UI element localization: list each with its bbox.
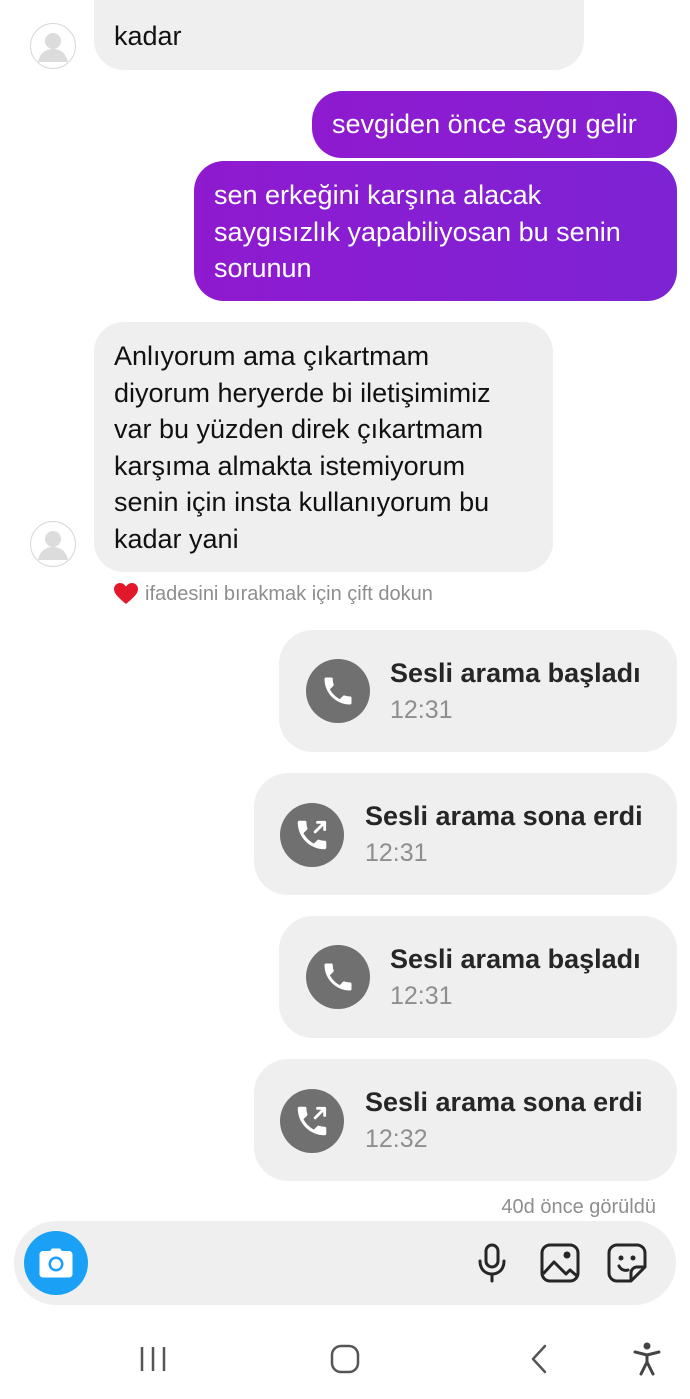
message-line: karşıma almakta istemiyorum <box>114 450 466 481</box>
call-status-title: Sesli arama sona erdi <box>365 1087 643 1117</box>
reaction-hint-text: ifadesini bırakmak için çift dokun <box>145 582 433 605</box>
camera-button[interactable] <box>24 1231 88 1295</box>
seen-status: 40d önce görüldü <box>501 1196 656 1218</box>
call-status-title: Sesli arama sona erdi <box>365 801 643 831</box>
phone-icon <box>306 659 370 723</box>
sticker-icon <box>607 1243 647 1283</box>
message-bubble-received[interactable]: kadar <box>94 0 584 70</box>
microphone-button[interactable] <box>470 1241 514 1285</box>
gallery-button[interactable] <box>538 1241 582 1285</box>
reaction-hint: ifadesini bırakmak için çift dokun <box>113 582 433 606</box>
message-line: var bu yüzden direk çıkartmam <box>114 414 484 444</box>
message-bubble-sent[interactable]: sevgiden önce saygı gelir <box>312 91 677 158</box>
call-log-card[interactable]: Sesli arama sona erdi 12:31 <box>254 773 677 895</box>
message-line: kadar yani <box>114 523 239 554</box>
sender-avatar[interactable] <box>30 521 76 567</box>
call-status-title: Sesli arama başladı <box>390 944 641 974</box>
call-time: 12:31 <box>390 696 453 724</box>
message-line: sen erkeğini karşına alacak <box>214 180 542 210</box>
default-avatar-icon <box>38 531 68 560</box>
back-icon <box>531 1344 547 1374</box>
sender-avatar[interactable] <box>30 23 76 69</box>
phone-outgoing-icon <box>280 803 344 867</box>
sticker-button[interactable] <box>605 1241 649 1285</box>
phone-outgoing-icon <box>280 1089 344 1153</box>
call-log-card[interactable]: Sesli arama başladı 12:31 <box>279 630 677 752</box>
call-log-card[interactable]: Sesli arama başladı 12:31 <box>279 916 677 1038</box>
message-bubble-received[interactable]: Anlıyorum ama çıkartmam diyorum heryerde… <box>94 322 553 572</box>
message-line: sevgiden önce saygı gelir <box>332 109 637 139</box>
message-line: sorunun <box>214 253 312 283</box>
message-line: diyorum heryerde bi iletişimimiz <box>114 377 491 408</box>
recent-apps-icon <box>140 1347 166 1371</box>
default-avatar-icon <box>38 33 68 62</box>
camera-icon <box>39 1248 73 1278</box>
message-line: kadar <box>114 21 182 51</box>
call-status-title: Sesli arama başladı <box>390 658 641 688</box>
call-time: 12:31 <box>390 982 453 1010</box>
message-bubble-sent[interactable]: sen erkeğini karşına alacak saygısızlık … <box>194 161 677 301</box>
heart-icon <box>114 583 138 604</box>
message-line: Anlıyorum ama çıkartmam <box>114 341 430 371</box>
accessibility-button[interactable] <box>630 1340 664 1378</box>
call-time: 12:32 <box>365 1125 428 1153</box>
message-line: senin için insta kullanıyorum bu <box>114 487 490 517</box>
back-button[interactable] <box>524 1342 554 1376</box>
gallery-icon <box>540 1243 580 1283</box>
home-icon <box>330 1344 360 1374</box>
microphone-icon <box>478 1243 506 1283</box>
accessibility-icon <box>633 1342 661 1376</box>
recent-apps-button[interactable] <box>136 1343 170 1375</box>
home-button[interactable] <box>328 1342 362 1376</box>
phone-icon <box>306 945 370 1009</box>
message-composer[interactable] <box>14 1221 676 1305</box>
message-line: saygısızlık yapabiliyosan bu senin <box>214 216 621 247</box>
call-log-card[interactable]: Sesli arama sona erdi 12:32 <box>254 1059 677 1181</box>
call-time: 12:31 <box>365 839 428 867</box>
